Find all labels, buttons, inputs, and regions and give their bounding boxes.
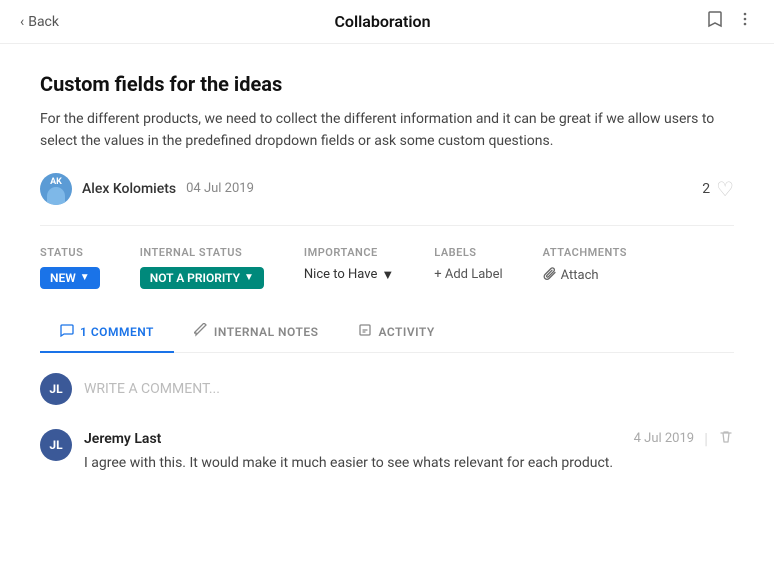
importance-value: Nice to Have — [304, 267, 377, 282]
author-row: Alex Kolomiets 04 Jul 2019 2 ♡ — [40, 173, 734, 205]
tab-activity-label: ACTIVITY — [378, 325, 434, 339]
importance-chevron-icon: ▼ — [381, 267, 394, 283]
current-user-initials: JL — [49, 382, 62, 396]
avatar — [40, 173, 72, 205]
status-badge[interactable]: NEW ▼ — [40, 267, 100, 289]
delete-comment-icon[interactable] — [718, 429, 734, 449]
author-name: Alex Kolomiets — [82, 181, 176, 197]
internal-status-chevron-icon: ▼ — [244, 272, 254, 283]
comment-separator: | — [704, 429, 708, 448]
add-label-text: + Add Label — [434, 267, 502, 282]
author-date: 04 Jul 2019 — [186, 181, 254, 196]
comment-author-avatar: JL — [40, 429, 72, 461]
page-title: Collaboration — [334, 12, 430, 31]
importance-label: IMPORTANCE — [304, 246, 394, 259]
attach-label: Attach — [561, 268, 599, 283]
status-value: NEW — [50, 271, 76, 285]
comment-entry: JL Jeremy Last 4 Jul 2019 | I agree with… — [40, 429, 734, 474]
fields-row: STATUS NEW ▼ INTERNAL STATUS NOT A PRIOR… — [40, 246, 734, 289]
attachments-label: ATTACHMENTS — [543, 246, 627, 259]
like-count: 2 — [702, 181, 710, 197]
comment-meta: 4 Jul 2019 | — [634, 429, 734, 449]
tabs: 1 COMMENT INTERNAL NOTES ACTIVITY — [40, 313, 734, 353]
attach-button[interactable]: Attach — [543, 267, 627, 285]
importance-select[interactable]: Nice to Have ▼ — [304, 267, 394, 283]
main-content: Custom fields for the ideas For the diff… — [0, 44, 774, 494]
comment-input[interactable]: WRITE A COMMENT... — [84, 381, 734, 397]
comment-date: 4 Jul 2019 — [634, 431, 694, 446]
attachments-field: ATTACHMENTS Attach — [543, 246, 627, 285]
back-chevron-icon: ‹ — [20, 14, 24, 30]
heart-icon[interactable]: ♡ — [716, 177, 734, 201]
comment-text: I agree with this. It would make it much… — [84, 453, 734, 474]
idea-title: Custom fields for the ideas — [40, 72, 734, 96]
divider — [40, 225, 734, 226]
labels-label: LABELS — [434, 246, 502, 259]
comment-input-row: JL WRITE A COMMENT... — [40, 373, 734, 405]
internal-status-field: INTERNAL STATUS NOT A PRIORITY ▼ — [140, 246, 264, 289]
internal-status-value: NOT A PRIORITY — [150, 271, 240, 285]
tab-activity[interactable]: ACTIVITY — [338, 313, 454, 353]
paperclip-icon — [543, 267, 557, 285]
header: ‹ Back Collaboration — [0, 0, 774, 44]
status-label: STATUS — [40, 246, 100, 259]
tab-internal-notes-label: INTERNAL NOTES — [214, 325, 319, 339]
more-options-icon[interactable] — [736, 10, 754, 33]
bookmark-icon[interactable] — [706, 10, 724, 33]
idea-description: For the different products, we need to c… — [40, 108, 720, 153]
importance-field: IMPORTANCE Nice to Have ▼ — [304, 246, 394, 283]
comment-body: Jeremy Last 4 Jul 2019 | I agree with th… — [84, 429, 734, 474]
back-label: Back — [28, 14, 59, 30]
tab-internal-notes[interactable]: INTERNAL NOTES — [174, 313, 339, 353]
comment-tab-icon — [60, 323, 74, 341]
activity-tab-icon — [358, 323, 372, 341]
like-section: 2 ♡ — [702, 177, 734, 201]
add-label-button[interactable]: + Add Label — [434, 267, 502, 282]
notes-tab-icon — [194, 323, 208, 341]
comment-author-initials: JL — [49, 438, 62, 452]
header-actions — [706, 10, 754, 33]
current-user-avatar: JL — [40, 373, 72, 405]
author-info: Alex Kolomiets 04 Jul 2019 — [40, 173, 254, 205]
tab-comments-label: 1 COMMENT — [80, 325, 154, 339]
back-button[interactable]: ‹ Back — [20, 14, 59, 30]
labels-field: LABELS + Add Label — [434, 246, 502, 282]
status-chevron-icon: ▼ — [80, 272, 90, 283]
internal-status-badge[interactable]: NOT A PRIORITY ▼ — [140, 267, 264, 289]
tab-comments[interactable]: 1 COMMENT — [40, 313, 174, 353]
comment-header: Jeremy Last 4 Jul 2019 | — [84, 429, 734, 449]
status-field: STATUS NEW ▼ — [40, 246, 100, 289]
internal-status-label: INTERNAL STATUS — [140, 246, 264, 259]
comment-author-name: Jeremy Last — [84, 431, 161, 447]
